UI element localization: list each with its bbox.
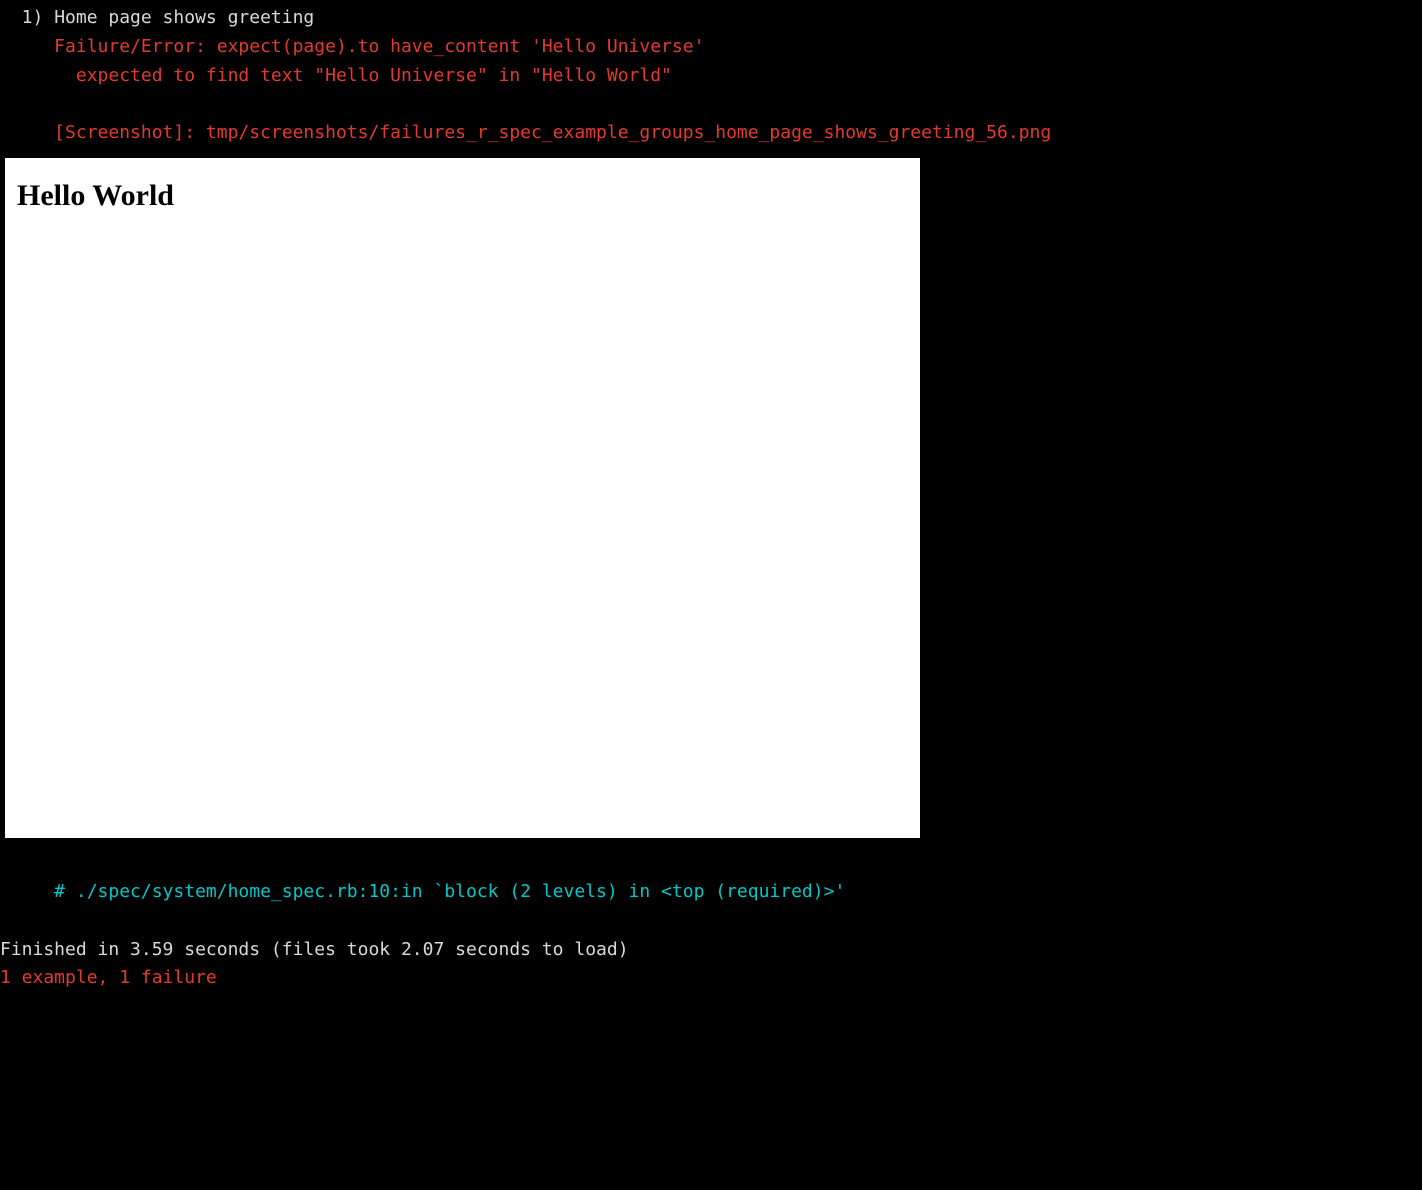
test-name: Home page shows greeting [54,7,314,28]
screenshot-path-line: [Screenshot]: tmp/screenshots/failures_r… [0,119,1422,148]
finished-line: Finished in 3.59 seconds (files took 2.0… [0,936,1422,965]
blank-line [0,90,1422,119]
backtrace-line: # ./spec/system/home_spec.rb:10:in `bloc… [0,878,1422,907]
screenshot-heading: Hello World [17,172,908,220]
failure-screenshot: Hello World [5,158,920,838]
failure-error-line: Failure/Error: expect(page).to have_cont… [0,33,1422,62]
expected-line: expected to find text "Hello Universe" i… [0,62,1422,91]
test-index: 1) [0,7,54,28]
result-summary-line: 1 example, 1 failure [0,964,1422,993]
blank-line-2 [0,907,1422,936]
test-header-line: 1) Home page shows greeting [0,4,1422,33]
spacer [0,848,1422,878]
